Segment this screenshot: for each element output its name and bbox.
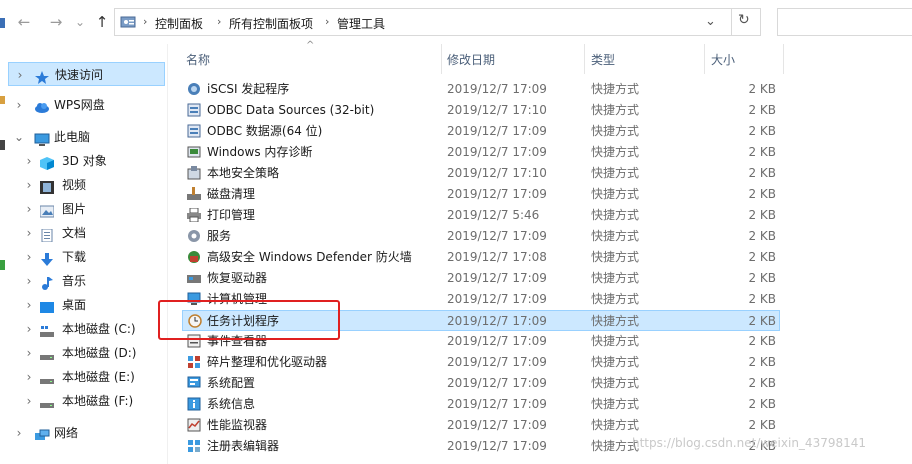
database-icon xyxy=(187,103,201,117)
file-size: 2 KB xyxy=(748,103,776,117)
file-type: 快捷方式 xyxy=(591,166,640,180)
watermark-text: https://blog.csdn.net/weixin_43798141 xyxy=(632,436,867,450)
file-row-recovery-drive[interactable]: 恢复驱动器 2019/12/7 17:09 快捷方式 2 KB xyxy=(182,268,780,289)
file-date: 2019/12/7 17:09 xyxy=(447,82,547,96)
recovery-drive-icon xyxy=(187,271,201,285)
file-name: 系统配置 xyxy=(207,376,256,390)
file-name: 本地安全策略 xyxy=(207,166,280,180)
database-icon xyxy=(187,124,201,138)
memory-chip-icon xyxy=(187,145,201,159)
file-size: 2 KB xyxy=(748,334,776,348)
file-size: 2 KB xyxy=(748,271,776,285)
file-size: 2 KB xyxy=(748,208,776,222)
file-date: 2019/12/7 17:10 xyxy=(447,166,547,180)
file-type: 快捷方式 xyxy=(591,397,640,411)
file-date: 2019/12/7 17:09 xyxy=(447,355,547,369)
file-type: 快捷方式 xyxy=(591,145,640,159)
file-size: 2 KB xyxy=(748,187,776,201)
file-type: 快捷方式 xyxy=(591,124,640,138)
file-date: 2019/12/7 17:09 xyxy=(447,397,547,411)
file-type: 快捷方式 xyxy=(591,103,640,117)
file-date: 2019/12/7 17:09 xyxy=(447,229,547,243)
file-size: 2 KB xyxy=(748,145,776,159)
file-row-odbc-64[interactable]: ODBC 数据源(64 位) 2019/12/7 17:09 快捷方式 2 KB xyxy=(182,121,780,142)
file-name: 系统信息 xyxy=(207,397,256,411)
file-row-disk-cleanup[interactable]: 磁盘清理 2019/12/7 17:09 快捷方式 2 KB xyxy=(182,184,780,205)
file-size: 2 KB xyxy=(748,166,776,180)
security-policy-icon xyxy=(187,166,201,180)
file-date: 2019/12/7 17:09 xyxy=(447,145,547,159)
file-type: 快捷方式 xyxy=(591,314,640,328)
file-row-system-information[interactable]: 系统信息 2019/12/7 17:09 快捷方式 2 KB xyxy=(182,394,780,415)
file-name: ODBC 数据源(64 位) xyxy=(207,124,323,138)
file-date: 2019/12/7 17:08 xyxy=(447,250,547,264)
file-type: 快捷方式 xyxy=(591,82,640,96)
file-name: 注册表编辑器 xyxy=(207,439,280,453)
file-size: 2 KB xyxy=(748,229,776,243)
file-name: ODBC Data Sources (32-bit) xyxy=(207,103,375,117)
system-config-icon xyxy=(187,376,201,390)
printer-icon xyxy=(187,207,201,223)
performance-monitor-icon xyxy=(187,418,201,432)
file-row-system-configuration[interactable]: 系统配置 2019/12/7 17:09 快捷方式 2 KB xyxy=(182,373,780,394)
file-name: 打印管理 xyxy=(207,208,256,222)
file-date: 2019/12/7 17:10 xyxy=(447,103,547,117)
file-date: 2019/12/7 17:09 xyxy=(447,334,547,348)
file-type: 快捷方式 xyxy=(591,187,640,201)
defragment-icon xyxy=(187,355,201,369)
file-size: 2 KB xyxy=(748,292,776,306)
disk-cleanup-icon xyxy=(187,187,201,201)
file-row-print-management[interactable]: 打印管理 2019/12/7 5:46 快捷方式 2 KB xyxy=(182,205,780,226)
file-size: 2 KB xyxy=(748,376,776,390)
file-name: 碎片整理和优化驱动器 xyxy=(207,355,328,369)
file-type: 快捷方式 xyxy=(591,334,640,348)
file-date: 2019/12/7 17:09 xyxy=(447,314,547,328)
highlight-annotation-box xyxy=(158,300,340,340)
file-type: 快捷方式 xyxy=(591,229,640,243)
gear-icon xyxy=(187,229,201,243)
file-type: 快捷方式 xyxy=(591,292,640,306)
file-date: 2019/12/7 17:09 xyxy=(447,439,547,453)
file-size: 2 KB xyxy=(748,124,776,138)
file-type: 快捷方式 xyxy=(591,355,640,369)
system-info-icon xyxy=(187,397,201,411)
file-name: 恢复驱动器 xyxy=(207,271,268,285)
file-row-services[interactable]: 服务 2019/12/7 17:09 快捷方式 2 KB xyxy=(182,226,780,247)
file-row-performance-monitor[interactable]: 性能监视器 2019/12/7 17:09 快捷方式 2 KB xyxy=(182,415,780,436)
file-size: 2 KB xyxy=(748,355,776,369)
file-type: 快捷方式 xyxy=(591,208,640,222)
file-row-memory-diagnostic[interactable]: Windows 内存诊断 2019/12/7 17:09 快捷方式 2 KB xyxy=(182,142,780,163)
file-size: 2 KB xyxy=(748,418,776,432)
file-name: iSCSI 发起程序 xyxy=(207,82,290,96)
firewall-icon xyxy=(187,250,201,264)
file-type: 快捷方式 xyxy=(591,250,640,264)
file-name: Windows 内存诊断 xyxy=(207,145,313,159)
iscsi-icon xyxy=(187,82,201,96)
file-date: 2019/12/7 17:09 xyxy=(447,124,547,138)
file-name: 高级安全 Windows Defender 防火墙 xyxy=(207,250,412,264)
file-date: 2019/12/7 5:46 xyxy=(447,208,540,222)
file-row-local-security-policy[interactable]: 本地安全策略 2019/12/7 17:10 快捷方式 2 KB xyxy=(182,163,780,184)
registry-editor-icon xyxy=(187,439,201,453)
file-name: 服务 xyxy=(207,229,232,243)
file-size: 2 KB xyxy=(748,82,776,96)
file-date: 2019/12/7 17:09 xyxy=(447,418,547,432)
file-name: 磁盘清理 xyxy=(207,187,256,201)
file-type: 快捷方式 xyxy=(591,271,640,285)
file-date: 2019/12/7 17:09 xyxy=(447,271,547,285)
file-size: 2 KB xyxy=(748,314,776,328)
file-row-iscsi[interactable]: iSCSI 发起程序 2019/12/7 17:09 快捷方式 2 KB xyxy=(182,79,780,100)
file-row-defragment[interactable]: 碎片整理和优化驱动器 2019/12/7 17:09 快捷方式 2 KB xyxy=(182,352,780,373)
file-date: 2019/12/7 17:09 xyxy=(447,376,547,390)
file-size: 2 KB xyxy=(748,397,776,411)
file-type: 快捷方式 xyxy=(591,376,640,390)
file-date: 2019/12/7 17:09 xyxy=(447,187,547,201)
file-name: 性能监视器 xyxy=(207,418,268,432)
file-type: 快捷方式 xyxy=(591,418,640,432)
file-row-firewall[interactable]: 高级安全 Windows Defender 防火墙 2019/12/7 17:0… xyxy=(182,247,780,268)
file-date: 2019/12/7 17:09 xyxy=(447,292,547,306)
file-size: 2 KB xyxy=(748,250,776,264)
file-list: iSCSI 发起程序 2019/12/7 17:09 快捷方式 2 KB ODB… xyxy=(0,0,912,464)
file-row-odbc-32[interactable]: ODBC Data Sources (32-bit) 2019/12/7 17:… xyxy=(182,100,780,121)
